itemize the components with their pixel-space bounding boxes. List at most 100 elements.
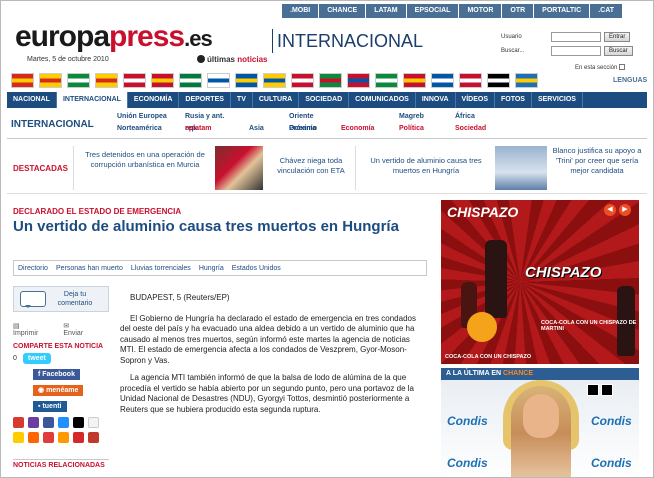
nav-item-tv[interactable]: TV: [231, 92, 253, 108]
search-input[interactable]: [551, 45, 601, 56]
flag-icon-9[interactable]: [263, 73, 286, 88]
gallery-next-icon[interactable]: [601, 384, 613, 396]
toplink-1[interactable]: CHANCE: [318, 4, 366, 18]
blank-icon[interactable]: [88, 417, 99, 428]
chispazo-ad[interactable]: CHISPAZO ◀ ▶ CHISPAZO COCA-COLA CON UN C…: [441, 200, 639, 364]
google-icon[interactable]: [43, 432, 54, 443]
subnav-link[interactable]: eplatam: [185, 123, 239, 135]
entrar-button[interactable]: Entrar: [604, 31, 631, 42]
stumbleupon-icon[interactable]: [73, 432, 84, 443]
tag-link[interactable]: Lluvias torrenciales: [131, 265, 191, 272]
lenguas-link[interactable]: LENGUAS: [613, 77, 647, 84]
subnav-link[interactable]: Economía: [341, 123, 389, 135]
toplink-2[interactable]: LATAM: [365, 4, 406, 18]
flag-icon-0[interactable]: [11, 73, 34, 88]
en-esta-seccion-checkbox[interactable]: [619, 64, 626, 70]
nav-item-cultura[interactable]: CULTURA: [253, 92, 300, 108]
flag-icon-13[interactable]: [375, 73, 398, 88]
ultimas-noticias-link[interactable]: últimas noticias: [197, 55, 267, 64]
send-button[interactable]: ✉ Enviar: [63, 322, 99, 337]
subnav-link[interactable]: Norteamérica: [117, 123, 175, 135]
flag-icon-8[interactable]: [235, 73, 258, 88]
gallery-prev-icon[interactable]: [587, 384, 599, 396]
flag-icon-1[interactable]: [39, 73, 62, 88]
subnav-link[interactable]: Política: [399, 123, 445, 135]
flag-icon-18[interactable]: [515, 73, 538, 88]
technorati-icon[interactable]: [73, 417, 84, 428]
nav-item-economía[interactable]: ECONOMÍA: [128, 92, 180, 108]
subnav-link[interactable]: Magreb: [399, 111, 445, 123]
destacada-item-1[interactable]: Tres detenidos en una operación de corru…: [79, 150, 211, 170]
nav-item-innova[interactable]: INNOVA: [416, 92, 456, 108]
subnav-link[interactable]: Oceanía: [289, 123, 331, 135]
article-kicker: DECLARADO EL ESTADO DE EMERGENCIA: [13, 207, 182, 216]
subnav-link[interactable]: Asia: [249, 123, 279, 135]
buscar-button[interactable]: Buscar: [604, 45, 633, 56]
subnav-link[interactable]: Sociedad: [455, 123, 495, 135]
meneame-share-button[interactable]: ◉ menéame: [33, 385, 84, 396]
tweet-button[interactable]: tweet: [22, 353, 51, 364]
flag-icon-2[interactable]: [67, 73, 90, 88]
destacada-item-2[interactable]: Chávez niega toda vinculación con ETA: [269, 156, 353, 176]
nav-item-deportes[interactable]: DEPORTES: [179, 92, 231, 108]
flag-icon-11[interactable]: [319, 73, 342, 88]
nav-item-fotos[interactable]: FOTOS: [495, 92, 532, 108]
destacada-thumb-blanco[interactable]: [495, 146, 547, 190]
yahoo-icon[interactable]: [28, 417, 39, 428]
flag-icon-3[interactable]: [95, 73, 118, 88]
nav-item-nacional[interactable]: NACIONAL: [7, 92, 57, 108]
site-logo[interactable]: europapress.es: [15, 19, 213, 57]
nav-item-servicios[interactable]: SERVICIOS: [532, 92, 583, 108]
subnav-link[interactable]: Rusia y ant. rep.: [185, 111, 239, 132]
flag-icon-17[interactable]: [487, 73, 510, 88]
facebook-share-button[interactable]: f Facebook: [33, 369, 80, 380]
ad-prev-icon[interactable]: ◀: [604, 204, 616, 216]
nav-item-sociedad[interactable]: SOCIEDAD: [299, 92, 350, 108]
digg-icon[interactable]: [58, 417, 69, 428]
myspace-icon[interactable]: [28, 432, 39, 443]
tag-link[interactable]: Estados Unidos: [232, 265, 281, 272]
en-esta-seccion-option[interactable]: En esta sección: [575, 64, 626, 71]
yahoo-buzz-icon[interactable]: [13, 432, 24, 443]
nav-item-internacional[interactable]: INTERNACIONAL: [56, 92, 128, 108]
subnav-link[interactable]: Oriente Próximo: [289, 111, 331, 132]
flag-icon-16[interactable]: [459, 73, 482, 88]
flag-icon-6[interactable]: [179, 73, 202, 88]
other-icon[interactable]: [88, 432, 99, 443]
usuario-input[interactable]: [551, 31, 601, 42]
toplink-0[interactable]: .MOBI: [281, 4, 319, 18]
tag-link[interactable]: Personas han muerto: [56, 265, 123, 272]
toplink-4[interactable]: MOTOR: [458, 4, 502, 18]
toplink-6[interactable]: PORTALTIC: [533, 4, 590, 18]
ad-next-icon[interactable]: ▶: [619, 204, 631, 216]
bookmark-icon[interactable]: [13, 417, 24, 428]
top-links-bar: .MOBI CHANCE LATAM EPSOCIAL MOTOR OTR PORTALTI…: [281, 4, 622, 18]
flag-icon-14[interactable]: [403, 73, 426, 88]
flag-icon-10[interactable]: [291, 73, 314, 88]
nav-item-vídeos[interactable]: VÍDEOS: [456, 92, 495, 108]
toplink-3[interactable]: EPSOCIAL: [405, 4, 459, 18]
tag-link[interactable]: Hungría: [199, 265, 224, 272]
nav-item-comunicados[interactable]: COMUNICADOS: [349, 92, 416, 108]
destacada-item-3[interactable]: Un vertido de aluminio causa tres muerto…: [359, 156, 493, 176]
toplink-7[interactable]: .CAT: [589, 4, 622, 18]
chance-photo[interactable]: Condis Condis Condis Condis: [441, 380, 639, 477]
chance-header[interactable]: A LA ÚLTIMA EN CHANCE: [441, 368, 639, 380]
comment-button[interactable]: Deja tu comentario: [13, 286, 109, 312]
destacada-thumb-chavez[interactable]: [215, 146, 263, 190]
delicious-icon[interactable]: [43, 417, 54, 428]
flag-icon-5[interactable]: [151, 73, 174, 88]
subnav-link[interactable]: Unión Europea: [117, 111, 175, 123]
tuenti-share-button[interactable]: ▪ tuenti: [33, 401, 67, 412]
destacada-item-4[interactable]: Blanco justifica su apoyo a 'Trini' por …: [549, 146, 645, 176]
flag-icon-12[interactable]: [347, 73, 370, 88]
flag-icon-15[interactable]: [431, 73, 454, 88]
comment-bubble-icon: [20, 291, 46, 308]
rss-icon[interactable]: [58, 432, 69, 443]
flag-icon-4[interactable]: [123, 73, 146, 88]
toplink-5[interactable]: OTR: [501, 4, 534, 18]
flag-icon-7[interactable]: [207, 73, 230, 88]
subnav-link[interactable]: África: [455, 111, 495, 123]
tag-link[interactable]: Directorio: [18, 265, 48, 272]
print-button[interactable]: ▤ Imprimir: [13, 322, 53, 337]
